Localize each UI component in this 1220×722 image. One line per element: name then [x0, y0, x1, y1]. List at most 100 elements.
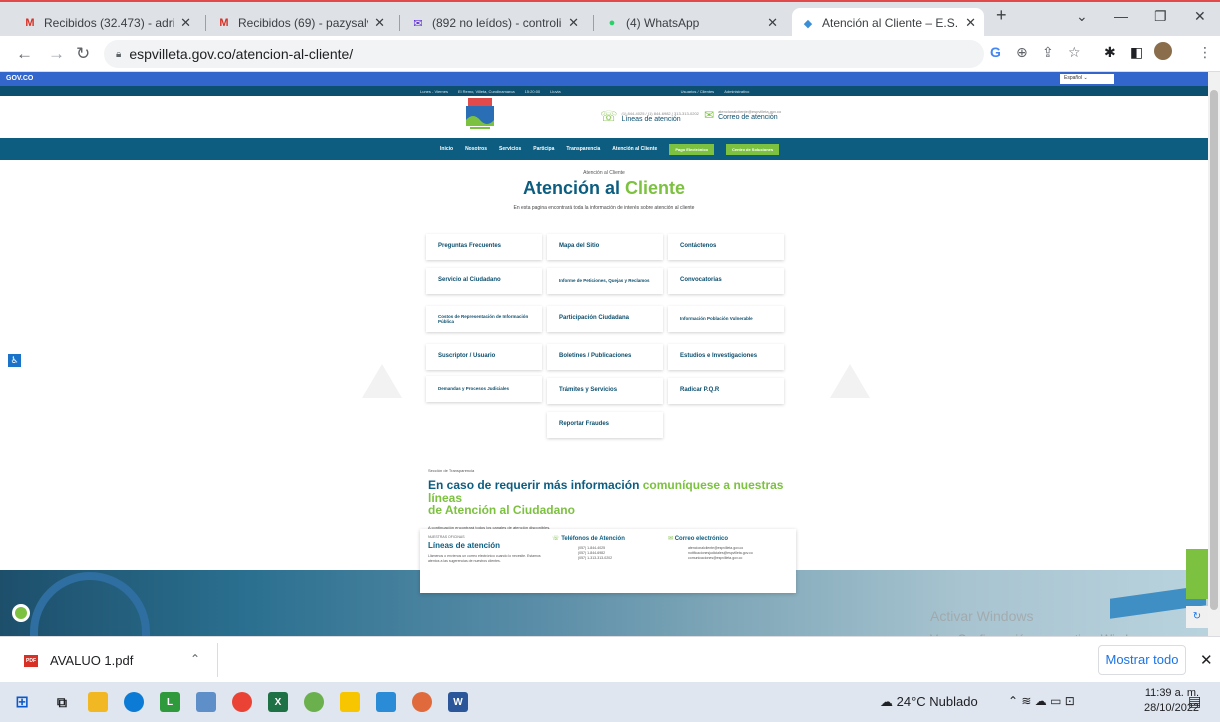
snipping-tool-icon[interactable]	[196, 692, 216, 712]
tab-mail[interactable]: ✉ (892 no leídos) - controlinter ✕	[402, 8, 587, 38]
page-scrollbar[interactable]	[1208, 72, 1220, 636]
web-page: GOV.CO Español ⌄ Lunes - Viernes El Remo…	[0, 72, 1208, 636]
admin-link[interactable]: Administrativo	[724, 89, 749, 94]
menu-item-inicio[interactable]: Inicio	[440, 146, 453, 152]
mail-contact[interactable]: ✉ atencionalcliente@espvilleta.gov.co Co…	[704, 108, 781, 122]
tab-gmail-1[interactable]: M Recibidos (32.473) - adrianag ✕	[14, 8, 199, 38]
browser-toolbar: ← → ↻ 🔒︎ espvilleta.gov.co/atencion-al-c…	[0, 36, 1220, 72]
windows-activation-watermark: Activar Windows	[930, 608, 1034, 624]
card-boletines[interactable]: Boletines / Publicaciones	[547, 344, 663, 370]
card-contactenos[interactable]: Contáctenos	[668, 234, 784, 260]
chrome-profile-icon[interactable]	[412, 692, 432, 712]
email-link[interactable]: comunicaciones@espvilleta.gov.co	[688, 556, 792, 561]
recaptcha-icon[interactable]: ↻	[1186, 606, 1208, 628]
language-select[interactable]: Español ⌄	[1060, 74, 1114, 84]
infobox-text: Llámenos o envíenos un correo electrónic…	[428, 554, 541, 563]
card-mapa-sitio[interactable]: Mapa del Sitio	[547, 234, 663, 260]
hero-kicker: Atención al Cliente	[583, 170, 625, 176]
tab-atencion-cliente[interactable]: ◆ Atención al Cliente – E.S.P Vi ✕	[792, 8, 984, 38]
photos-icon[interactable]	[376, 692, 396, 712]
forward-icon[interactable]: →	[48, 44, 65, 64]
show-all-button[interactable]: Mostrar todo	[1098, 645, 1186, 675]
tab-title: (892 no leídos) - controlinter	[432, 16, 562, 30]
card-tramites[interactable]: Trámites y Servicios	[547, 378, 663, 404]
card-estudios[interactable]: Estudios e Investigaciones	[668, 344, 784, 370]
tab-whatsapp[interactable]: ● (4) WhatsApp ✕	[596, 8, 786, 38]
side-panel-icon[interactable]: ◧	[1130, 44, 1143, 61]
card-suscriptor-usuario[interactable]: Suscriptor / Usuario	[426, 344, 542, 370]
menu-item-participa[interactable]: Participa	[533, 146, 554, 152]
windows-start-icon[interactable]: ⊞	[12, 692, 32, 712]
address-bar[interactable]: 🔒︎ espvilleta.gov.co/atencion-al-cliente…	[104, 40, 984, 68]
tab-gmail-2[interactable]: M Recibidos (69) - pazysalvo@c ✕	[208, 8, 393, 38]
card-poblacion-vulnerable[interactable]: Información Población Vulnerable	[668, 306, 784, 332]
zoom-icon[interactable]: ⊕	[1016, 44, 1028, 61]
download-filename[interactable]: AVALUO 1.pdf	[50, 653, 133, 668]
system-tray[interactable]: ⌃ ≋ ☁ ▭ ⊡	[1008, 694, 1075, 708]
excel-icon[interactable]: X	[268, 692, 288, 712]
users-link[interactable]: Usuarios / Clientes	[681, 89, 715, 94]
chrome-icon[interactable]	[232, 692, 252, 712]
menu-item-servicios[interactable]: Servicios	[499, 146, 521, 152]
chevron-up-icon[interactable]: ⌃	[190, 652, 200, 666]
phone-number[interactable]: (057) 1-313-313-0202	[578, 556, 664, 561]
tab-title: (4) WhatsApp	[626, 16, 700, 30]
app-icon[interactable]	[304, 692, 324, 712]
edge-icon[interactable]	[124, 692, 144, 712]
card-costos-representacion[interactable]: Costos de Representación de Información …	[426, 306, 542, 332]
lines-contact[interactable]: ☏ (1) 844-4025 / (1) 844-6982 / 313-313-…	[600, 108, 699, 125]
weather-widget[interactable]: ☁ 24°C Nublado	[880, 694, 978, 710]
close-icon[interactable]: ✕	[767, 15, 778, 31]
notification-icon[interactable]: ▤	[1188, 693, 1201, 710]
card-participacion-ciudadana[interactable]: Participación Ciudadana	[547, 306, 663, 332]
close-icon[interactable]: ✕	[568, 15, 579, 31]
word-icon[interactable]: W	[448, 692, 468, 712]
accessibility-icon[interactable]: ♿︎	[8, 354, 21, 367]
govco-logo[interactable]: GOV.CO	[6, 75, 33, 82]
card-preguntas-frecuentes[interactable]: Preguntas Frecuentes	[426, 234, 542, 260]
new-tab-button[interactable]: +	[996, 5, 1007, 26]
card-servicio-ciudadano[interactable]: Servicio al Ciudadano	[426, 268, 542, 294]
hours-text: Lunes - Viernes	[420, 88, 448, 94]
phone-icon: ☏	[552, 536, 560, 542]
hero-section: Atención al Cliente Atención al Cliente …	[0, 160, 1208, 211]
close-icon[interactable]: ✕	[374, 15, 385, 31]
close-icon[interactable]: ✕	[965, 15, 976, 31]
bookmark-star-icon[interactable]: ☆	[1068, 44, 1081, 61]
sticky-notes-icon[interactable]	[340, 692, 360, 712]
task-view-icon[interactable]: ⧉	[52, 692, 72, 712]
restore-button[interactable]: ❐	[1154, 8, 1167, 25]
window-close-button[interactable]: ✕	[1194, 8, 1206, 25]
l-app-icon[interactable]: L	[160, 692, 180, 712]
centro-soluciones-button[interactable]: Centro de Soluciones	[726, 143, 780, 155]
card-reportar-fraudes[interactable]: Reportar Fraudes	[547, 412, 663, 438]
share-icon[interactable]: ⇪	[1042, 44, 1054, 61]
tab-search-icon[interactable]: ⌄	[1076, 8, 1088, 25]
card-radicar-pqr[interactable]: Radicar P.Q.R	[668, 378, 784, 404]
back-icon[interactable]: ←	[16, 44, 33, 64]
close-download-bar-icon[interactable]: ✕	[1200, 651, 1213, 669]
card-demandas[interactable]: Demandas y Procesos Judiciales	[426, 376, 542, 402]
pago-electronico-button[interactable]: Pago Electrónico	[669, 143, 714, 155]
menu-kebab-icon[interactable]: ⋮	[1198, 44, 1212, 61]
reload-icon[interactable]: ↻	[76, 44, 90, 64]
google-icon[interactable]: G	[990, 44, 1001, 60]
lock-icon: 🔒︎	[116, 48, 122, 60]
menu-item-atencion[interactable]: Atención al Cliente	[612, 146, 657, 152]
pdf-icon: PDF	[24, 655, 38, 667]
minimize-button[interactable]: —	[1114, 8, 1128, 24]
card-informe-pqr[interactable]: Informe de Peticiones, Quejas y Reclamos	[547, 268, 663, 294]
browser-window: M Recibidos (32.473) - adrianag ✕ M Reci…	[0, 0, 1220, 722]
menu-item-transparencia[interactable]: Transparencia	[566, 146, 600, 152]
extensions-icon[interactable]: ✱	[1104, 44, 1116, 61]
card-convocatorias[interactable]: Convocatorias	[668, 268, 784, 294]
address-text: El Remo, Villeta, Cundinamarca	[457, 88, 515, 94]
lines-title: Líneas de atención	[621, 115, 681, 123]
close-icon[interactable]: ✕	[180, 15, 191, 31]
esp-villeta-logo[interactable]	[466, 98, 494, 132]
profile-avatar[interactable]	[1154, 42, 1172, 60]
side-widget-tab[interactable]	[1186, 549, 1208, 599]
chat-bubble-icon[interactable]	[12, 604, 30, 622]
file-explorer-icon[interactable]	[88, 692, 108, 712]
menu-item-nosotros[interactable]: Nosotros	[465, 146, 487, 152]
